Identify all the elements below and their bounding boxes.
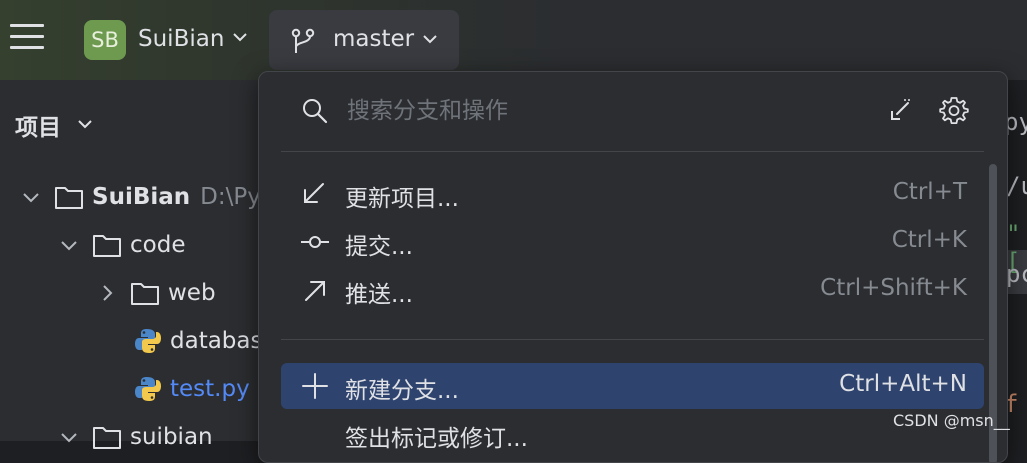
action-label: 更新项目... xyxy=(345,186,459,212)
commit-item[interactable]: 提交... Ctrl+K xyxy=(281,219,984,265)
plus-icon xyxy=(302,373,328,399)
folder-icon xyxy=(93,427,121,449)
folder-icon xyxy=(93,235,121,257)
tree-row-suibian-root[interactable]: SuiBian D:\Py xyxy=(20,175,261,219)
main-menu-icon[interactable] xyxy=(10,24,44,56)
python-file-icon xyxy=(135,329,161,353)
chevron-down-icon[interactable] xyxy=(77,116,93,132)
push-item[interactable]: 推送... Ctrl+Shift+K xyxy=(281,267,984,313)
tree-item-label: web xyxy=(168,280,216,306)
tree-row-web[interactable]: web xyxy=(96,271,216,315)
chevron-down-icon xyxy=(423,35,437,44)
action-shortcut: Ctrl+K xyxy=(891,227,967,253)
divider xyxy=(281,339,984,340)
title-bar: SB SuiBian master xyxy=(0,0,1027,80)
python-file-icon xyxy=(135,377,161,401)
chevron-right-icon[interactable] xyxy=(96,282,118,304)
collapse-icon[interactable] xyxy=(887,98,913,124)
git-branches-popup: 更新项目... Ctrl+T 提交... Ctrl+K 推送... Ctrl+S… xyxy=(258,71,1008,463)
divider xyxy=(281,151,984,152)
gear-icon[interactable] xyxy=(939,96,969,126)
tree-row-database[interactable]: databas xyxy=(134,319,262,363)
git-branch-icon xyxy=(291,28,315,53)
action-label: 提交... xyxy=(345,234,413,260)
chevron-down-icon[interactable] xyxy=(231,28,249,46)
tree-item-path: D:\Py xyxy=(200,184,261,210)
panel-title[interactable]: 项目 xyxy=(15,108,61,142)
search-icon xyxy=(303,99,328,124)
action-label: 新建分支... xyxy=(345,378,459,404)
branch-name: master xyxy=(333,26,415,52)
action-shortcut: Ctrl+Alt+N xyxy=(839,371,967,397)
action-label: 签出标记或修订... xyxy=(345,426,528,452)
action-label: 推送... xyxy=(345,282,413,308)
tree-item-label: code xyxy=(130,232,186,258)
tree-item-label: databas xyxy=(170,328,263,354)
action-shortcut: Ctrl+T xyxy=(892,179,967,205)
search-input[interactable] xyxy=(345,90,789,132)
project-badge[interactable]: SB xyxy=(84,20,126,60)
tree-item-label: SuiBian xyxy=(92,184,191,210)
project-tool-window: 项目 SuiBian D:\Py code web databas test.p… xyxy=(0,80,290,450)
tree-row-suibian[interactable]: suibian xyxy=(58,415,213,459)
tree-row-test-py[interactable]: test.py xyxy=(134,367,250,411)
editor-code-text: /u xyxy=(1006,172,1027,200)
new-branch-item[interactable]: 新建分支... Ctrl+Alt+N xyxy=(281,363,984,409)
action-shortcut: Ctrl+Shift+K xyxy=(820,275,967,301)
commit-icon xyxy=(301,236,329,248)
watermark: CSDN @msn__ xyxy=(893,411,1010,430)
update-project-item[interactable]: 更新项目... Ctrl+T xyxy=(281,171,984,217)
update-arrow-icon xyxy=(304,183,324,203)
editor-code-text: pc xyxy=(1006,260,1027,288)
project-name[interactable]: SuiBian xyxy=(138,26,224,52)
tree-item-label: suibian xyxy=(130,424,213,450)
tree-item-label: test.py xyxy=(170,376,250,402)
checkout-tag-item[interactable]: 签出标记或修订... xyxy=(281,411,984,457)
folder-icon xyxy=(55,187,83,209)
chevron-down-icon[interactable] xyxy=(58,426,80,448)
tree-row-code[interactable]: code xyxy=(58,223,185,267)
chevron-down-icon[interactable] xyxy=(20,186,42,208)
branch-widget-button[interactable]: master xyxy=(269,10,459,70)
chevron-down-icon[interactable] xyxy=(58,234,80,256)
folder-icon xyxy=(131,283,159,305)
push-arrow-icon xyxy=(305,281,325,301)
